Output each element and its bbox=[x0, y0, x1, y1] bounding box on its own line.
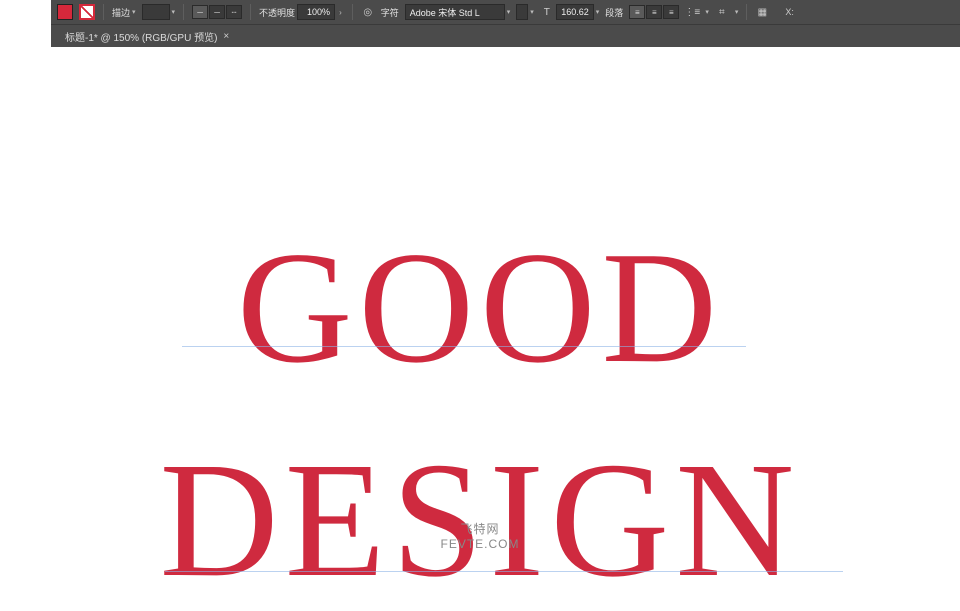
separator bbox=[746, 4, 747, 20]
chevron-down-icon: ▾ bbox=[530, 8, 534, 16]
font-size-icon: T bbox=[540, 5, 554, 19]
stroke-swatch[interactable] bbox=[79, 4, 95, 20]
align-group: ≡ ≡ ≡ bbox=[629, 5, 679, 19]
fill-swatch[interactable] bbox=[57, 4, 73, 20]
canvas-area[interactable]: GOOD DESIGN 飞特网 FEVTE.COM bbox=[0, 47, 960, 557]
watermark-line2: FEVTE.COM bbox=[0, 537, 960, 551]
chevron-down-icon: ▾ bbox=[132, 8, 136, 16]
options-bar: 描边 ▾ ▾ ─ ─ ┄ 不透明度 100% › ◎ 字符 Adobe 宋体 S… bbox=[51, 0, 960, 47]
thickness-field[interactable] bbox=[142, 4, 170, 20]
stroke-type-group: ─ ─ ┄ bbox=[192, 5, 242, 19]
transform-icon[interactable]: ⌗ bbox=[715, 5, 729, 19]
separator bbox=[352, 4, 353, 20]
watermark: 飞特网 FEVTE.COM bbox=[0, 520, 960, 551]
watermark-line1: 飞特网 bbox=[0, 520, 960, 537]
paragraph-label: 段落 bbox=[605, 6, 623, 19]
separator bbox=[183, 4, 184, 20]
chevron-down-icon: ▾ bbox=[596, 8, 600, 16]
font-family-field[interactable]: Adobe 宋体 Std L bbox=[405, 4, 505, 20]
separator bbox=[103, 4, 104, 20]
tab-row: 标题-1* @ 150% (RGB/GPU 预览) × bbox=[51, 25, 960, 47]
brush-dropdown[interactable]: 描边 ▾ bbox=[112, 6, 136, 19]
align-left-icon[interactable]: ≡ bbox=[629, 5, 645, 19]
font-style-field[interactable] bbox=[516, 4, 528, 20]
stroke-variable-icon[interactable]: ─ bbox=[209, 5, 225, 19]
options-row: 描边 ▾ ▾ ─ ─ ┄ 不透明度 100% › ◎ 字符 Adobe 宋体 S… bbox=[51, 0, 960, 25]
close-icon[interactable]: × bbox=[223, 31, 229, 42]
paragraph-control[interactable]: 段落 bbox=[605, 6, 623, 19]
arrow-right-icon[interactable]: › bbox=[337, 8, 344, 17]
window-edge bbox=[0, 0, 51, 47]
opacity-control[interactable]: 不透明度 100% › bbox=[259, 4, 344, 20]
separator bbox=[250, 4, 251, 20]
baseline-guide bbox=[165, 571, 843, 572]
character-label: 字符 bbox=[381, 6, 399, 19]
document-tab[interactable]: 标题-1* @ 150% (RGB/GPU 预览) × bbox=[59, 27, 237, 45]
character-control[interactable]: 字符 bbox=[381, 6, 399, 19]
chevron-down-icon: ▾ bbox=[735, 8, 739, 16]
opacity-label: 不透明度 bbox=[259, 6, 295, 19]
document-tab-label: 标题-1* @ 150% (RGB/GPU 预览) bbox=[65, 29, 217, 44]
font-size-control[interactable]: T 160.62 ▾ bbox=[540, 4, 600, 20]
bullets-icon[interactable]: ⋮≡ bbox=[685, 5, 699, 19]
chevron-down-icon: ▾ bbox=[507, 8, 511, 16]
font-style-dropdown[interactable]: ▾ bbox=[516, 4, 534, 20]
baseline-guide bbox=[182, 346, 746, 347]
brush-label: 描边 bbox=[112, 6, 130, 19]
stroke-dashes-icon[interactable]: ┄ bbox=[226, 5, 242, 19]
align-right-icon[interactable]: ≡ bbox=[663, 5, 679, 19]
opacity-value[interactable]: 100% bbox=[297, 4, 335, 20]
chevron-down-icon: ▾ bbox=[172, 8, 176, 16]
font-size-value[interactable]: 160.62 bbox=[556, 4, 594, 20]
artwork-text-line1[interactable]: GOOD bbox=[0, 227, 960, 387]
thickness-dropdown[interactable]: ▾ bbox=[142, 4, 176, 20]
x-coord-label: X: bbox=[785, 7, 794, 17]
chevron-down-icon: ▾ bbox=[705, 8, 709, 16]
font-family-dropdown[interactable]: Adobe 宋体 Std L ▾ bbox=[405, 4, 511, 20]
effects-icon[interactable]: ◎ bbox=[361, 5, 375, 19]
align-center-icon[interactable]: ≡ bbox=[646, 5, 662, 19]
grid-icon[interactable]: ▦ bbox=[755, 5, 769, 19]
stroke-uniform-icon[interactable]: ─ bbox=[192, 5, 208, 19]
